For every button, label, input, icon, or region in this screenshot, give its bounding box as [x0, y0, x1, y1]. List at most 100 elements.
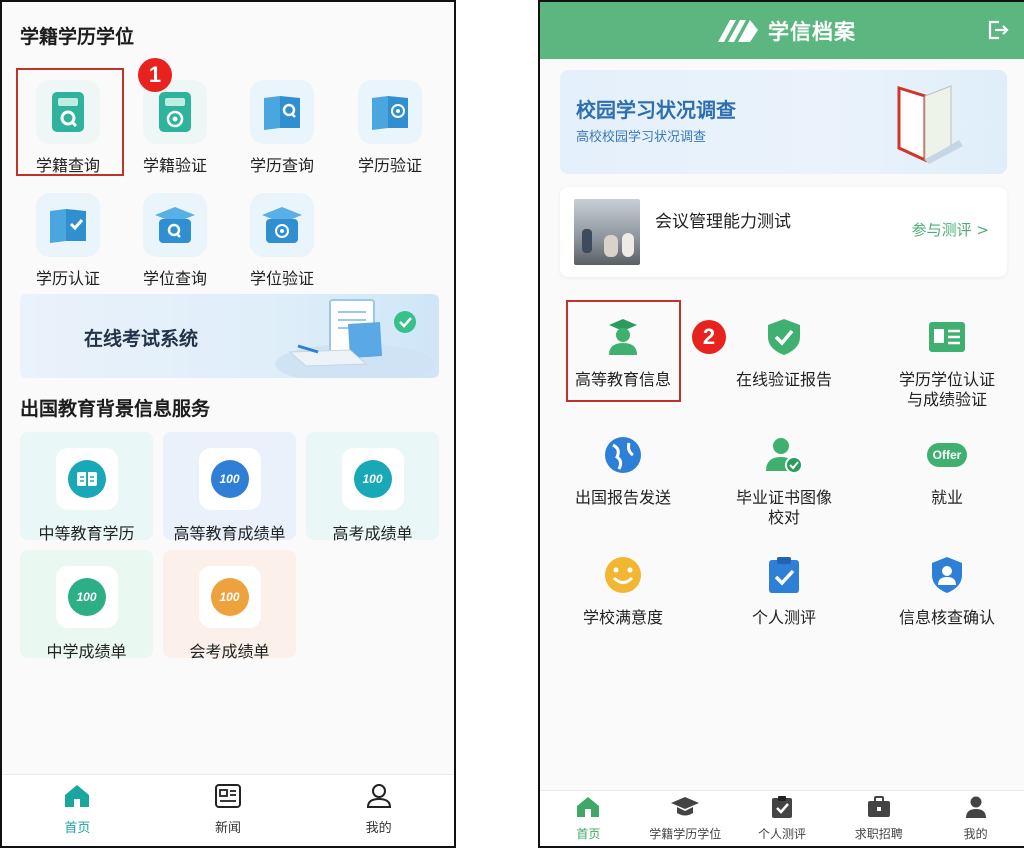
service-label: 出国报告发送 — [574, 488, 671, 507]
test-card-title: 会议管理能力测试 — [655, 212, 791, 232]
secondary-education-icon — [55, 448, 118, 510]
tab-student-records[interactable]: 学籍学历学位 — [637, 791, 734, 846]
section-title-student-records: 学籍学历学位 — [20, 26, 135, 48]
tab-label: 新闻 — [215, 821, 242, 836]
diploma-search-button[interactable]: 学历查询 — [234, 74, 330, 178]
meeting-test-card[interactable]: 会议管理能力测试 参与测评 > — [560, 187, 1007, 277]
service-label: 在线验证报告 — [735, 370, 832, 389]
diploma-verify-icon — [358, 80, 422, 144]
diploma-verify-button[interactable]: 学历验证 — [342, 74, 438, 178]
grid-label: 学历认证 — [35, 269, 100, 288]
right-phone-screen: 学信档案 校园学习状况调查 高校校园学习状况调查 会议管理能力测试 参与测评 >… — [538, 0, 1024, 848]
grid-label: 学籍验证 — [142, 156, 207, 175]
join-test-link[interactable]: 参与测评 > — [912, 219, 989, 240]
school-satisfaction-button[interactable]: 学校满意度 — [548, 552, 698, 628]
step-1-highlight-box — [16, 68, 124, 176]
tab-label: 我的 — [365, 821, 392, 836]
app-logo-icon — [718, 20, 758, 42]
service-label: 信息核查确认 — [898, 608, 995, 627]
gaokao-transcript-icon: 100 — [341, 448, 404, 510]
degree-search-button[interactable]: 学位查询 — [127, 187, 223, 291]
grid-label: 学位查询 — [142, 269, 207, 288]
personal-assessment-button[interactable]: 个人测评 — [709, 552, 859, 628]
card-label: 中等教育学历 — [38, 524, 135, 543]
person-check-icon — [761, 432, 807, 478]
diploma-certify-icon — [36, 193, 100, 257]
degree-verify-icon — [250, 193, 314, 257]
offer-text: Offer — [927, 443, 967, 467]
graduation-exam-transcript-card[interactable]: 100 会考成绩单 — [163, 550, 296, 661]
bottom-tab-bar: 首页 新闻 我的 — [2, 774, 454, 846]
service-label: 个人测评 — [751, 608, 816, 627]
clipboard-check-icon — [771, 796, 792, 818]
smiley-icon — [600, 552, 646, 598]
tab-assessment[interactable]: 个人测评 — [734, 791, 831, 846]
tab-label: 首页 — [64, 821, 91, 836]
banner-text: 在线考试系统 — [84, 328, 199, 350]
app-title: 学信档案 — [768, 20, 856, 44]
tab-jobs[interactable]: 求职招聘 — [830, 791, 927, 846]
step-1-badge: 1 — [138, 58, 172, 92]
gaokao-transcript-card[interactable]: 100 高考成绩单 — [306, 432, 439, 543]
campus-survey-banner[interactable]: 校园学习状况调查 高校校园学习状况调查 — [560, 70, 1007, 174]
grid-label: 学历查询 — [249, 156, 314, 175]
news-icon — [215, 784, 241, 808]
overseas-report-send-button[interactable]: 出国报告发送 — [548, 432, 698, 508]
clipboard-check-icon — [761, 552, 807, 598]
middle-school-transcript-card[interactable]: 100 中学成绩单 — [20, 550, 153, 661]
tab-profile[interactable]: 我的 — [927, 791, 1024, 846]
section-title-overseas-services: 出国教育背景信息服务 — [20, 398, 211, 420]
online-verification-report-button[interactable]: 在线验证报告 — [709, 314, 859, 390]
tab-label: 我的 — [963, 827, 988, 841]
banner-subtitle: 高校校园学习状况调查 — [576, 130, 707, 145]
meeting-thumbnail-image — [574, 199, 640, 265]
info-verification-button[interactable]: 信息核查确认 — [872, 552, 1022, 628]
diploma-certify-button[interactable]: 学历认证 — [20, 187, 116, 291]
graduation-exam-transcript-icon: 100 — [198, 566, 261, 628]
briefcase-icon — [867, 796, 890, 817]
middle-school-transcript-icon: 100 — [55, 566, 118, 628]
laptop-illustration-icon — [275, 299, 435, 378]
tab-profile[interactable]: 我的 — [303, 775, 454, 846]
higher-education-transcript-card[interactable]: 100 高等教育成绩单 — [163, 432, 296, 543]
shield-person-icon — [924, 552, 970, 598]
tab-label: 求职招聘 — [854, 827, 903, 841]
step-2-highlight-box — [566, 300, 681, 402]
card-label: 高等教育成绩单 — [173, 524, 286, 543]
service-label: 毕业证书图像 校对 — [735, 488, 832, 527]
secondary-education-card[interactable]: 中等教育学历 — [20, 432, 153, 543]
student-record-verify-button[interactable]: 学籍验证 — [127, 74, 223, 178]
globe-icon — [600, 432, 646, 478]
tab-label: 首页 — [576, 827, 601, 841]
tab-news[interactable]: 新闻 — [153, 775, 304, 846]
banner-title: 校园学习状况调查 — [576, 98, 736, 122]
shield-check-icon — [761, 314, 807, 360]
employment-button[interactable]: Offer 就业 — [872, 432, 1022, 508]
person-icon — [965, 796, 986, 818]
diploma-search-icon — [250, 80, 314, 144]
profile-icon — [366, 784, 391, 808]
card-label: 会考成绩单 — [189, 642, 270, 661]
tab-home[interactable]: 首页 — [2, 775, 153, 846]
graduation-cap-icon — [671, 797, 700, 816]
service-label: 学校满意度 — [582, 608, 663, 627]
tab-label: 个人测评 — [757, 827, 806, 841]
home-icon — [577, 797, 600, 817]
tab-label: 学籍学历学位 — [649, 827, 722, 841]
grid-label: 学历验证 — [357, 156, 422, 175]
card-label: 中学成绩单 — [46, 642, 127, 661]
card-label: 高考成绩单 — [332, 524, 413, 543]
logout-icon[interactable] — [986, 19, 1010, 41]
service-label: 就业 — [930, 488, 963, 507]
degree-verify-button[interactable]: 学位验证 — [234, 187, 330, 291]
degree-search-icon — [143, 193, 207, 257]
grid-label: 学位验证 — [249, 269, 314, 288]
offer-icon: Offer — [924, 432, 970, 478]
home-icon — [65, 785, 90, 807]
online-exam-banner[interactable]: 在线考试系统 — [20, 294, 439, 378]
tab-home[interactable]: 首页 — [540, 791, 637, 846]
left-phone-screen: 学籍学历学位 学籍查询 学籍验证 学历查询 学历验证 学历认证 学位查询 学位验… — [0, 0, 456, 848]
degree-certification-button[interactable]: 学历学位认证 与成绩验证 — [872, 314, 1022, 410]
app-header: 学信档案 — [540, 2, 1024, 59]
certificate-image-check-button[interactable]: 毕业证书图像 校对 — [709, 432, 859, 528]
